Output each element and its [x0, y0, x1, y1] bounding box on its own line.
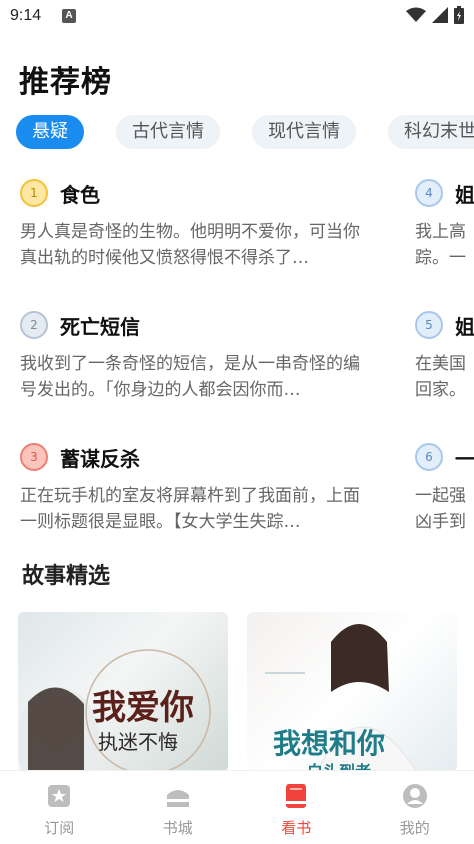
- book-description: 我收到了一条奇怪的短信，是从一串奇怪的编号发出的。「你身边的人都会因你而…: [20, 354, 360, 400]
- book-description: 在美国回家。: [415, 354, 466, 400]
- rank-badge-1: 1: [20, 179, 48, 207]
- ranking-item[interactable]: 2 死亡短信 我收到了一条奇怪的短信，是从一串奇怪的编号发出的。「你身边的人都会…: [20, 307, 372, 439]
- book-title: 死亡短信: [60, 314, 140, 339]
- ranking-item[interactable]: 6 一 一起强凶手到: [415, 439, 474, 571]
- tabbar-profile[interactable]: 我的: [356, 771, 474, 844]
- tabbar-label: 订阅: [44, 819, 75, 837]
- book-description: 男人真是奇怪的生物。他明明不爱你，可当你真出轨的时候他又愤怒得恨不得杀了…: [20, 222, 360, 268]
- rank-badge-3: 3: [20, 443, 48, 471]
- ranking-item[interactable]: 4 姐 我上高踪。一: [415, 175, 474, 307]
- status-bar: 9:14 A: [0, 0, 474, 32]
- tabbar-label: 我的: [399, 819, 430, 837]
- tab-scifi[interactable]: 科幻末世: [388, 115, 474, 149]
- cover-title: 我想和你: [273, 727, 386, 760]
- book-description: 一起强凶手到: [415, 486, 466, 532]
- section-title: 故事精选: [22, 564, 111, 589]
- ranking-item[interactable]: 1 食色 男人真是奇怪的生物。他明明不爱你，可当你真出轨的时候他又愤怒得恨不得杀…: [20, 175, 372, 307]
- status-time: 9:14: [10, 7, 42, 24]
- book-icon: [286, 784, 307, 808]
- battery-icon: [454, 6, 464, 24]
- tabbar-bookstore[interactable]: 书城: [119, 771, 238, 844]
- tab-ancient-romance[interactable]: 古代言情: [116, 115, 220, 149]
- book-title: 姐: [455, 182, 474, 207]
- rank-badge-2: 2: [20, 311, 48, 339]
- book-description: 我上高踪。一: [415, 222, 466, 268]
- story-cards: 我爱你 执迷不悔 我想和你 白头到老: [18, 612, 474, 772]
- subscribe-icon: [48, 785, 71, 807]
- ranking-item[interactable]: 3 蓄谋反杀 正在玩手机的室友将屏幕杵到了我面前，上面一则标题很是显眼。【女大学…: [20, 439, 372, 571]
- story-card[interactable]: 我爱你 执迷不悔: [18, 612, 228, 772]
- book-title: 姐: [455, 314, 474, 339]
- cover-subtitle: 执迷不悔: [98, 730, 178, 754]
- ranking-item[interactable]: 5 姐 在美国回家。: [415, 307, 474, 439]
- profile-icon: [402, 784, 427, 808]
- signal-icon: [432, 7, 448, 23]
- rank-badge-4: 4: [415, 179, 443, 207]
- ranking-column-1: 1 食色 男人真是奇怪的生物。他明明不爱你，可当你真出轨的时候他又愤怒得恨不得杀…: [20, 175, 372, 571]
- tabbar-label: 看书: [281, 819, 312, 837]
- notification-icon: A: [62, 9, 76, 23]
- bottom-tab-bar: 订阅 书城 看书 我的: [0, 770, 474, 844]
- rank-badge-5: 5: [415, 311, 443, 339]
- tab-modern-romance[interactable]: 现代言情: [252, 115, 356, 149]
- tabbar-read[interactable]: 看书: [237, 771, 356, 844]
- bookstore-icon: [166, 790, 189, 807]
- category-tabs: 悬疑 古代言情 现代言情 科幻末世: [16, 115, 474, 151]
- tab-suspense[interactable]: 悬疑: [16, 115, 84, 149]
- page-title: 推荐榜: [19, 65, 112, 100]
- wifi-icon: [406, 7, 426, 22]
- status-icons: [406, 6, 464, 24]
- cover-title: 我爱你: [92, 688, 194, 728]
- story-card[interactable]: 我想和你 白头到老: [247, 612, 457, 772]
- tabbar-label: 书城: [162, 819, 193, 837]
- book-title: 一: [455, 446, 474, 471]
- ranking-column-2: 4 姐 我上高踪。一 5 姐 在美国回家。 6 一 一起强凶手到: [415, 175, 474, 571]
- book-title: 食色: [60, 182, 100, 207]
- book-description: 正在玩手机的室友将屏幕杵到了我面前，上面一则标题很是显眼。【女大学生失踪…: [20, 486, 360, 532]
- rank-badge-6: 6: [415, 443, 443, 471]
- tabbar-subscribe[interactable]: 订阅: [0, 771, 119, 844]
- book-title: 蓄谋反杀: [60, 446, 140, 471]
